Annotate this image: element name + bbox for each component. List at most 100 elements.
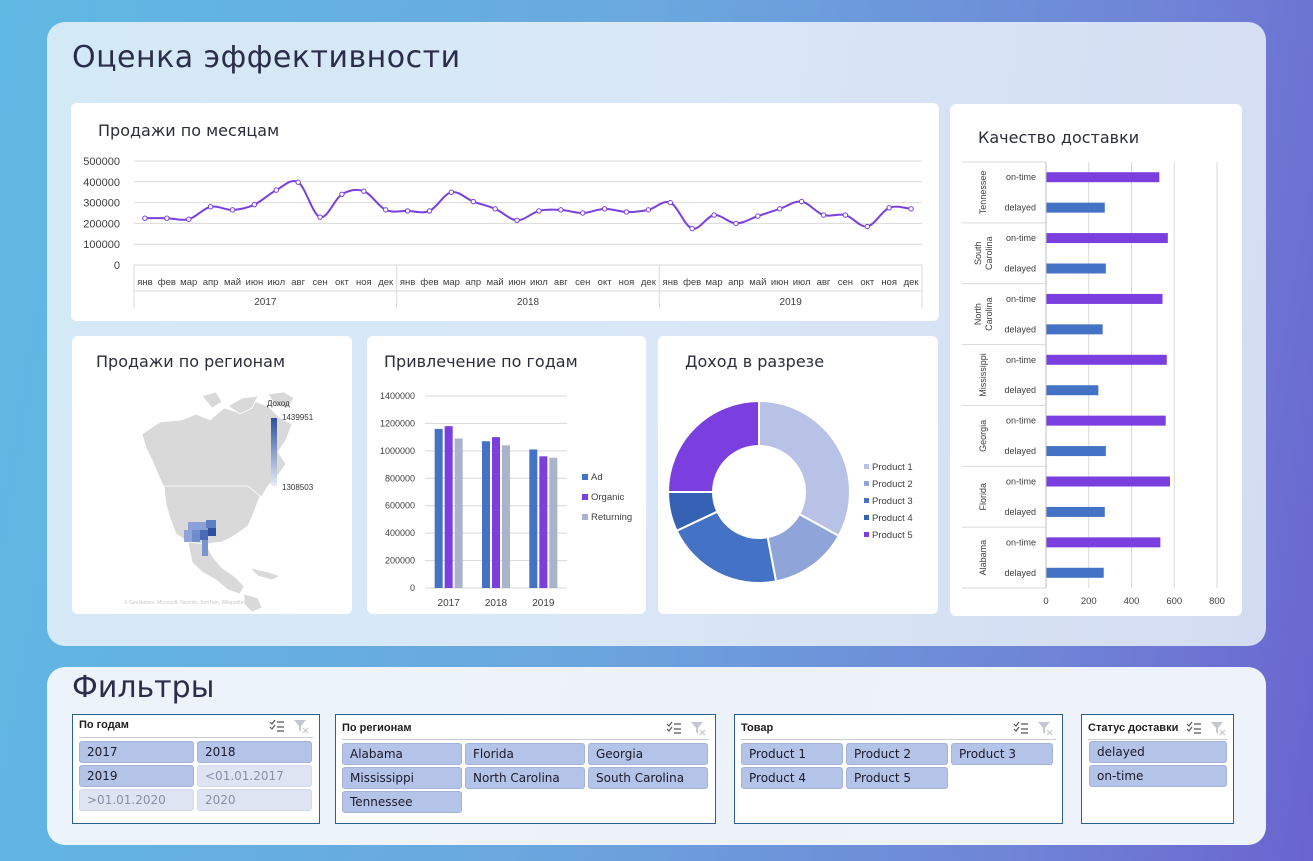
slicer-product-item[interactable]: Product 1: [741, 743, 843, 765]
month-label: янв: [137, 277, 152, 288]
slicer-years-item[interactable]: 2020: [197, 789, 312, 811]
multiselect-icon[interactable]: [1013, 720, 1029, 739]
y-tick-label: 1200000: [380, 418, 415, 428]
attraction-chart[interactable]: 1400000 1200000 1000000 800000 600000 400000 2…: [367, 336, 646, 614]
state-mississippi[interactable]: [184, 530, 192, 542]
group-label: NorthCarolina: [973, 297, 994, 331]
month-label: авг: [291, 277, 305, 288]
month-label: фев: [158, 277, 176, 288]
clear-filter-icon[interactable]: [1210, 720, 1226, 739]
attraction-card[interactable]: Привлечение по годам 1400000 1200000 10000…: [367, 336, 646, 614]
sales-point: [492, 206, 498, 212]
y-tick-label: 1000000: [380, 446, 415, 456]
group-label: SouthCarolina: [973, 237, 994, 271]
slicer-years-item[interactable]: >01.01.2020: [79, 789, 194, 811]
row-label: delayed: [1004, 568, 1036, 578]
state-north-carolina[interactable]: [206, 520, 216, 528]
slicer-regions-item[interactable]: Florida: [465, 743, 585, 765]
slicer-years-item[interactable]: 2017: [79, 741, 194, 763]
slicer-regions-item[interactable]: North Carolina: [465, 767, 585, 789]
monthly-sales-card[interactable]: Продажи по месяцам 500000 400000 300000 200…: [71, 103, 939, 321]
row-label: delayed: [1004, 324, 1036, 334]
slicer-status[interactable]: Статус доставки delayed on-time: [1081, 714, 1234, 824]
slicer-status-item[interactable]: delayed: [1089, 741, 1227, 763]
month-label: окт: [860, 277, 875, 288]
row-label: delayed: [1004, 385, 1036, 395]
income-card[interactable]: Доход в разрезе Product 1 Product 2 Produc…: [658, 336, 938, 614]
group-label: Alabama: [978, 540, 988, 576]
slicer-product[interactable]: Товар Product 1 Product 2 Product 3 Prod…: [734, 714, 1063, 824]
delivery-quality-chart[interactable]: 0 200 400 600 800 on-time delayed Tennessee on-t…: [950, 104, 1242, 616]
y-tick-label: 1400000: [380, 391, 415, 401]
slicer-regions[interactable]: По регионам Alabama Florida Georgia Miss…: [335, 714, 716, 824]
month-label: сен: [575, 277, 590, 288]
delivery-quality-card[interactable]: Качество доставки 0 200 400 600 800 on-time de…: [950, 104, 1242, 616]
sales-point: [404, 208, 411, 214]
state-alabama[interactable]: [192, 530, 200, 542]
slicer-years[interactable]: По годам 2017 2018 2019 <01.01.2017 >01.…: [72, 714, 320, 824]
income-donut-chart[interactable]: Product 1 Product 2 Product 3 Product 4 Prod…: [658, 336, 938, 614]
sales-point: [207, 204, 214, 210]
bar-ad: [434, 428, 443, 588]
clear-filter-icon[interactable]: [690, 720, 706, 739]
bar-returning: [549, 457, 558, 588]
row-label: delayed: [1004, 507, 1036, 517]
month-label: мар: [443, 277, 460, 288]
x-tick-label: 2019: [532, 598, 555, 609]
sales-point: [689, 225, 695, 232]
multiselect-icon[interactable]: [1186, 720, 1202, 739]
bar-on-time: [1046, 476, 1170, 487]
slicer-regions-item[interactable]: Tennessee: [342, 791, 462, 813]
row-label: on-time: [1006, 477, 1036, 487]
month-label: янв: [400, 277, 415, 288]
group-label: Tennessee: [978, 171, 988, 215]
clear-filter-icon[interactable]: [293, 718, 309, 737]
legend-label: Product 2: [872, 479, 913, 490]
slicer-regions-item[interactable]: South Carolina: [588, 767, 708, 789]
sales-point: [820, 212, 827, 218]
slicer-status-item[interactable]: on-time: [1089, 765, 1227, 787]
slicer-regions-item[interactable]: Mississippi: [342, 767, 462, 789]
legend-swatch: [864, 498, 869, 503]
slicer-years-item[interactable]: 2018: [197, 741, 312, 763]
sales-point: [798, 198, 805, 205]
slicer-product-item[interactable]: Product 2: [846, 743, 948, 765]
multiselect-icon[interactable]: [666, 720, 682, 739]
slicer-product-item[interactable]: Product 4: [741, 767, 843, 789]
bar-delayed: [1046, 385, 1099, 396]
bar-organic: [444, 426, 453, 588]
slicer-years-item[interactable]: 2019: [79, 765, 194, 787]
state-south-carolina[interactable]: [208, 528, 216, 536]
slicer-years-title: По годам: [79, 719, 129, 731]
slicer-product-item[interactable]: Product 3: [951, 743, 1053, 765]
row-label: on-time: [1006, 294, 1036, 304]
state-florida[interactable]: [202, 540, 208, 556]
page-title: Оценка эффективности: [72, 40, 461, 75]
x-tick-label: 2017: [438, 598, 461, 609]
x-tick-label: 2018: [485, 598, 508, 609]
month-label: июл: [267, 277, 285, 288]
slicer-years-item[interactable]: <01.01.2017: [197, 765, 312, 787]
legend-label: Product 1: [872, 462, 913, 473]
slicer-product-item[interactable]: Product 5: [846, 767, 948, 789]
regions-map-card[interactable]: Продажи по регионам Доход 1439951 130850…: [72, 336, 352, 614]
filters-title: Фильтры: [72, 670, 215, 705]
bar-on-time: [1046, 233, 1168, 244]
row-label: on-time: [1006, 355, 1036, 365]
month-label: май: [224, 277, 241, 288]
north-america-map[interactable]: Доход 1439951 1308503 © GeoNames, Micros…: [72, 336, 352, 614]
legend-label: Returning: [591, 512, 632, 523]
slicer-regions-item[interactable]: Alabama: [342, 743, 462, 765]
slicer-regions-item[interactable]: Georgia: [588, 743, 708, 765]
monthly-sales-chart[interactable]: 5000004000003000002000001000000янв фев мар…: [71, 103, 939, 321]
sales-point: [361, 188, 367, 194]
clear-filter-icon[interactable]: [1037, 720, 1053, 739]
row-label: delayed: [1004, 446, 1036, 456]
sales-point: [470, 198, 476, 205]
multiselect-icon[interactable]: [269, 718, 285, 737]
sales-point: [186, 216, 192, 222]
sales-point: [601, 206, 608, 212]
bar-organic: [539, 456, 548, 588]
y-tick-label: 400000: [385, 528, 415, 538]
sales-point: [558, 207, 564, 213]
